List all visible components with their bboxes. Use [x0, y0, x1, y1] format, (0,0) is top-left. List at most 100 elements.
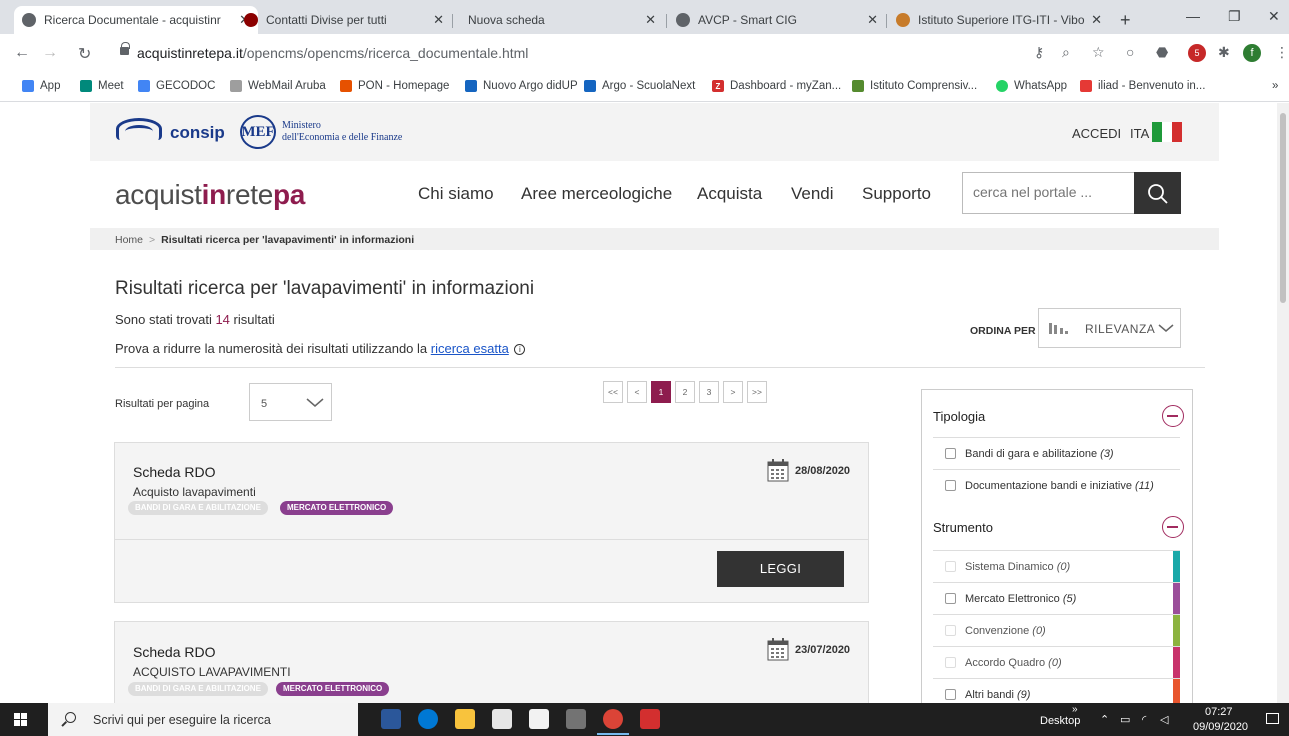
tab-istituto[interactable]: Istituto Superiore ITG-ITI - Vibo \ ✕ — [888, 6, 1110, 34]
nav-vendi[interactable]: Vendi — [791, 184, 834, 204]
key-icon[interactable]: ⚷ — [1034, 44, 1044, 61]
back-icon[interactable]: ← — [14, 44, 30, 62]
bookmark-pon[interactable]: PON - Homepage — [340, 80, 449, 92]
page-last[interactable]: >> — [747, 381, 767, 403]
breadcrumb-home[interactable]: Home — [115, 234, 143, 246]
search-input[interactable] — [973, 173, 1133, 211]
tray-chevron-icon[interactable]: ⌃ — [1100, 713, 1109, 726]
filter-group-strumento[interactable]: Strumento — [933, 520, 993, 535]
scrollbar-thumb[interactable] — [1280, 113, 1286, 303]
lock-icon[interactable] — [120, 42, 130, 56]
reload-icon[interactable]: ↻ — [78, 44, 91, 64]
bookmark-gecodoc[interactable]: GECODOC — [138, 80, 215, 92]
filter-accordo-quadro[interactable]: Accordo Quadro (0) — [933, 646, 1180, 679]
checkbox[interactable] — [945, 625, 956, 636]
bookmark-myzanichelli[interactable]: Z Dashboard - myZan... — [712, 80, 841, 92]
bookmark-app[interactable]: App — [22, 80, 60, 92]
checkbox[interactable] — [945, 480, 956, 491]
avatar[interactable]: f — [1243, 44, 1261, 62]
checkbox[interactable] — [945, 689, 956, 700]
nav-acquista[interactable]: Acquista — [697, 184, 762, 204]
bookmark-argo-scuolanext[interactable]: Argo - ScuolaNext — [584, 80, 695, 92]
clock-time[interactable]: 07:27 — [1205, 706, 1233, 718]
bookmark-meet[interactable]: Meet — [80, 80, 124, 92]
bookmark-webmail-aruba[interactable]: WebMail Aruba — [230, 80, 326, 92]
nav-chi-siamo[interactable]: Chi siamo — [418, 184, 494, 204]
windows-start-icon[interactable] — [14, 713, 27, 726]
zoom-icon[interactable]: ⌕ — [1062, 44, 1070, 61]
filter-altri-bandi[interactable]: Altri bandi (9) — [933, 678, 1180, 703]
zanichelli-app-icon[interactable] — [640, 709, 660, 729]
file-explorer-icon[interactable] — [455, 709, 475, 729]
tab-contatti-divise[interactable]: Contatti Divise per tutti ✕ — [236, 6, 452, 34]
checkbox[interactable] — [945, 593, 956, 604]
checkbox[interactable] — [945, 561, 956, 572]
info-icon[interactable]: i — [514, 344, 526, 356]
word-icon[interactable] — [381, 709, 401, 729]
close-icon[interactable]: ✕ — [433, 12, 444, 28]
page-3[interactable]: 3 — [699, 381, 719, 403]
battery-icon[interactable]: ▭ — [1120, 713, 1130, 726]
tab-avcp[interactable]: AVCP - Smart CIG ✕ — [668, 6, 886, 34]
ublock-icon[interactable]: 5 — [1188, 44, 1206, 62]
checkbox[interactable] — [945, 657, 956, 668]
window-close-icon[interactable]: ✕ — [1268, 8, 1280, 25]
bookmark-iliad[interactable]: iliad - Benvenuto in... — [1080, 80, 1205, 92]
order-by-select[interactable]: RILEVANZA — [1038, 308, 1181, 348]
filter-documentazione[interactable]: Documentazione bandi e iniziative (11) — [933, 469, 1180, 501]
per-page-select[interactable]: 5 — [249, 383, 332, 421]
taskbar-overflow[interactable]: » — [1072, 704, 1078, 715]
filter-sistema-dinamico[interactable]: Sistema Dinamico (0) — [933, 550, 1180, 583]
result-type[interactable]: Scheda RDO — [133, 644, 215, 660]
close-icon[interactable]: ✕ — [1091, 12, 1102, 28]
page-next[interactable]: > — [723, 381, 743, 403]
filter-bandi-di-gara[interactable]: Bandi di gara e abilitazione (3) — [933, 437, 1180, 469]
clock-date[interactable]: 09/09/2020 — [1193, 721, 1248, 733]
puzzle-icon[interactable]: ✱ — [1218, 44, 1230, 61]
tab-ricerca-documentale[interactable]: Ricerca Documentale - acquistinr ✕ — [14, 6, 258, 34]
volume-icon[interactable]: ◁ — [1160, 713, 1168, 726]
consip-logo-icon[interactable] — [116, 118, 162, 140]
collapse-icon[interactable] — [1162, 516, 1184, 538]
store-icon[interactable] — [492, 709, 512, 729]
exact-search-link[interactable]: ricerca esatta — [431, 341, 509, 356]
edge-icon[interactable] — [418, 709, 438, 729]
address-bar[interactable]: acquistinretepa.it/opencms/opencms/ricer… — [137, 45, 528, 61]
extension-circle-icon[interactable]: ○ — [1126, 44, 1134, 60]
desktop-toolbar[interactable]: Desktop — [1040, 715, 1080, 727]
calculator-icon[interactable] — [566, 709, 586, 729]
login-link[interactable]: ACCEDI — [1072, 126, 1121, 141]
page-scrollbar[interactable] — [1277, 103, 1289, 703]
site-logo[interactable]: acquistinretepa — [115, 179, 305, 211]
wifi-icon[interactable]: ◜ — [1142, 713, 1146, 726]
extension-icon[interactable]: ⬣ — [1156, 44, 1168, 61]
bookmarks-overflow[interactable]: » — [1272, 80, 1278, 92]
star-icon[interactable]: ☆ — [1092, 44, 1105, 61]
bookmark-istituto-comprensivo[interactable]: Istituto Comprensiv... — [852, 80, 977, 92]
filter-group-tipologia[interactable]: Tipologia — [933, 409, 985, 424]
page-1[interactable]: 1 — [651, 381, 671, 403]
read-button[interactable]: LEGGI — [717, 551, 844, 587]
italian-flag-icon[interactable] — [1152, 122, 1182, 142]
gift-app-icon[interactable] — [529, 709, 549, 729]
search-button[interactable] — [1134, 172, 1181, 214]
chrome-icon[interactable] — [597, 709, 629, 735]
page-prev[interactable]: < — [627, 381, 647, 403]
collapse-icon[interactable] — [1162, 405, 1184, 427]
taskbar-search[interactable]: Scrivi qui per eseguire la ricerca — [48, 703, 358, 736]
filter-mercato-elettronico[interactable]: Mercato Elettronico (5) — [933, 582, 1180, 615]
page-first[interactable]: << — [603, 381, 623, 403]
close-icon[interactable]: ✕ — [867, 12, 878, 28]
restore-icon[interactable]: ❐ — [1228, 8, 1241, 25]
bookmark-whatsapp[interactable]: WhatsApp — [996, 80, 1067, 92]
page-2[interactable]: 2 — [675, 381, 695, 403]
nav-supporto[interactable]: Supporto — [862, 184, 931, 204]
filter-convenzione[interactable]: Convenzione (0) — [933, 614, 1180, 647]
new-tab-button[interactable]: + — [1120, 10, 1131, 31]
bookmark-argo-didup[interactable]: Nuovo Argo didUP — [465, 80, 578, 92]
consip-logo-text[interactable]: consip — [170, 123, 225, 143]
notification-icon[interactable] — [1266, 713, 1279, 724]
tab-nuova-scheda[interactable]: Nuova scheda ✕ — [460, 6, 664, 34]
mef-logo-icon[interactable]: MEF — [240, 115, 276, 149]
minimize-icon[interactable]: — — [1186, 8, 1200, 24]
